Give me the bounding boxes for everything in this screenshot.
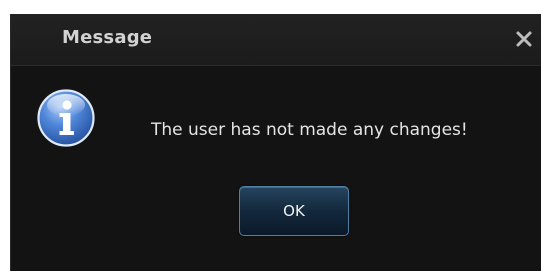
close-icon <box>516 31 532 47</box>
info-icon <box>37 89 95 147</box>
ok-button[interactable]: OK <box>239 186 349 236</box>
message-dialog: Message The user has not made any change… <box>10 14 541 271</box>
dialog-message: The user has not made any changes! <box>151 120 468 140</box>
dialog-titlebar[interactable]: Message <box>11 14 541 66</box>
dialog-title: Message <box>62 27 153 48</box>
close-button[interactable] <box>510 22 538 56</box>
